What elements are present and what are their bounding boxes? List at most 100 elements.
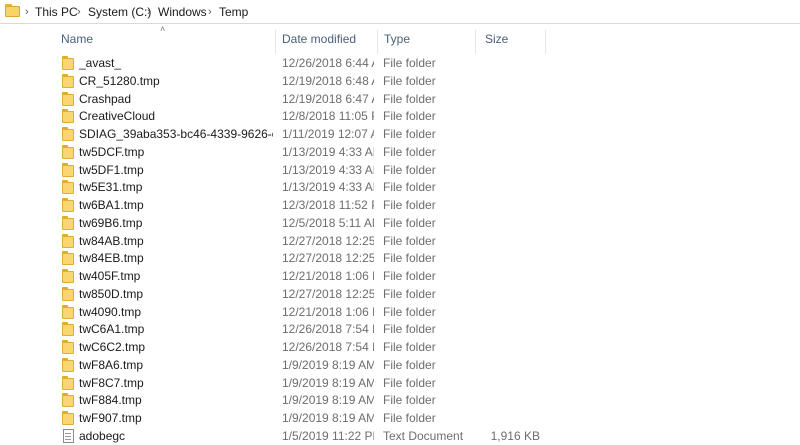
file-type: File folder xyxy=(383,73,436,88)
file-name: CreativeCloud xyxy=(79,109,156,124)
file-name: tw5DCF.tmp xyxy=(79,144,145,159)
folder-icon xyxy=(62,198,75,212)
column-type[interactable]: Type xyxy=(378,30,475,54)
file-row[interactable]: twC6A1.tmp 12/26/2018 7:54 PM File folder xyxy=(0,320,800,338)
file-name: twF907.tmp xyxy=(79,411,142,425)
file-type: File folder xyxy=(383,304,436,319)
folder-icon xyxy=(62,286,75,301)
file-date-modified: 12/27/2018 12:25 ... xyxy=(282,233,374,248)
file-row[interactable]: adobegc 1/5/2019 11:22 PM Text Document 1,9… xyxy=(0,427,800,445)
file-name: CR_51280.tmp xyxy=(79,73,160,88)
breadcrumb-system-c[interactable]: System (C:) xyxy=(88,5,151,19)
file-name: twF8C7.tmp xyxy=(79,375,144,390)
file-date-modified: 1/11/2019 12:07 AM xyxy=(282,127,374,141)
column-date-modified[interactable]: Date modified xyxy=(276,30,377,54)
file-row[interactable]: twF8A6.tmp 1/9/2019 8:19 AM File folder xyxy=(0,356,800,374)
file-type: File folder xyxy=(383,215,436,230)
file-date-modified: 12/27/2018 12:25 ... xyxy=(282,286,374,301)
file-row[interactable]: tw84EB.tmp 12/27/2018 12:25 ... File folde… xyxy=(0,249,800,267)
file-name: _avast_ xyxy=(79,56,122,70)
file-name: tw84AB.tmp xyxy=(79,233,144,248)
file-type: File folder xyxy=(383,91,436,106)
folder-icon xyxy=(62,411,75,425)
file-date-modified: 1/5/2019 11:22 PM xyxy=(282,428,374,443)
file-type: File folder xyxy=(383,162,436,177)
file-row[interactable]: tw850D.tmp 12/27/2018 12:25 ... File folde… xyxy=(0,285,800,303)
folder-icon xyxy=(62,215,75,230)
file-name: tw5DF1.tmp xyxy=(79,162,144,177)
folder-icon xyxy=(62,180,75,195)
file-row[interactable]: tw5E31.tmp 1/13/2019 4:33 AM File folder xyxy=(0,178,800,196)
file-date-modified: 1/9/2019 8:19 AM xyxy=(282,411,374,425)
column-divider[interactable] xyxy=(545,30,546,54)
file-date-modified: 12/19/2018 6:47 AM xyxy=(282,91,374,106)
breadcrumb-separator[interactable]: › xyxy=(147,5,151,19)
file-row[interactable]: SDIAG_39aba353-bc46-4339-9626-e53a67... 1… xyxy=(0,125,800,143)
file-row[interactable]: tw84AB.tmp 12/27/2018 12:25 ... File folde… xyxy=(0,232,800,250)
file-type: File folder xyxy=(383,144,436,159)
file-row[interactable]: _avast_ 12/26/2018 6:44 AM File folder xyxy=(0,54,800,72)
breadcrumb-temp[interactable]: Temp xyxy=(219,5,248,19)
file-size: 1,916 KB xyxy=(490,428,540,443)
file-type: File folder xyxy=(383,411,436,425)
folder-icon xyxy=(62,144,75,159)
breadcrumb-separator[interactable]: › xyxy=(77,5,81,19)
file-row[interactable]: tw4090.tmp 12/21/2018 1:06 PM File folder xyxy=(0,303,800,321)
file-row[interactable]: tw5DF1.tmp 1/13/2019 4:33 AM File folder xyxy=(0,161,800,179)
file-date-modified: 1/13/2019 4:33 AM xyxy=(282,180,374,195)
file-date-modified: 1/13/2019 4:33 AM xyxy=(282,162,374,177)
file-date-modified: 1/9/2019 8:19 AM xyxy=(282,375,374,390)
file-date-modified: 1/13/2019 4:33 AM xyxy=(282,144,374,159)
column-name[interactable]: Name xyxy=(55,30,275,54)
column-header: ˄ Name Date modified Type Size xyxy=(0,24,800,54)
breadcrumb-this-pc[interactable]: This PC xyxy=(35,5,78,19)
file-row[interactable]: tw69B6.tmp 12/5/2018 5:11 AM File folder xyxy=(0,214,800,232)
file-type: File folder xyxy=(383,56,436,70)
file-type: File folder xyxy=(383,109,436,124)
breadcrumb-windows[interactable]: Windows xyxy=(158,5,207,19)
file-row[interactable]: twF884.tmp 1/9/2019 8:19 AM File folder xyxy=(0,391,800,409)
folder-icon xyxy=(62,269,75,283)
file-date-modified: 12/3/2018 11:52 PM xyxy=(282,198,374,212)
file-name: tw5E31.tmp xyxy=(79,180,143,195)
file-name: Crashpad xyxy=(79,91,132,106)
file-date-modified: 1/9/2019 8:19 AM xyxy=(282,393,374,408)
folder-icon xyxy=(62,233,75,248)
file-date-modified: 12/26/2018 7:54 PM xyxy=(282,322,374,337)
file-type: File folder xyxy=(383,198,436,212)
breadcrumb-separator[interactable]: › xyxy=(25,5,29,19)
folder-icon xyxy=(62,73,75,88)
file-name: tw6BA1.tmp xyxy=(79,198,144,212)
file-row[interactable]: tw6BA1.tmp 12/3/2018 11:52 PM File folder xyxy=(0,196,800,214)
file-name: tw405F.tmp xyxy=(79,269,141,283)
file-row[interactable]: twF8C7.tmp 1/9/2019 8:19 AM File folder xyxy=(0,374,800,392)
address-bar[interactable]: › This PC › System (C:) › Windows › Temp xyxy=(0,0,800,24)
file-name: twC6C2.tmp xyxy=(79,340,146,354)
file-name: tw69B6.tmp xyxy=(79,215,143,230)
file-date-modified: 12/21/2018 1:06 PM xyxy=(282,304,374,319)
column-size[interactable]: Size xyxy=(479,30,545,54)
folder-icon xyxy=(62,127,75,141)
file-row[interactable]: CR_51280.tmp 12/19/2018 6:48 AM File folde… xyxy=(0,72,800,90)
folder-icon xyxy=(5,4,20,17)
file-row[interactable]: twF907.tmp 1/9/2019 8:19 AM File folder xyxy=(0,409,800,427)
file-row[interactable]: tw405F.tmp 12/21/2018 1:06 PM File folder xyxy=(0,267,800,285)
file-date-modified: 12/5/2018 5:11 AM xyxy=(282,215,374,230)
file-row[interactable]: CreativeCloud 12/8/2018 11:05 PM File fold… xyxy=(0,107,800,125)
file-row[interactable]: tw5DCF.tmp 1/13/2019 4:33 AM File folder xyxy=(0,143,800,161)
folder-icon xyxy=(62,340,75,354)
file-name: tw4090.tmp xyxy=(79,304,142,319)
file-name: adobegc xyxy=(79,428,126,443)
file-name: tw850D.tmp xyxy=(79,286,144,301)
file-row[interactable]: Crashpad 12/19/2018 6:47 AM File folder xyxy=(0,90,800,108)
file-row[interactable]: twC6C2.tmp 12/26/2018 7:54 PM File folder xyxy=(0,338,800,356)
column-divider[interactable] xyxy=(475,30,476,54)
folder-icon xyxy=(62,375,75,390)
file-type: File folder xyxy=(383,357,436,372)
file-type: Text Document xyxy=(383,428,464,443)
breadcrumb-separator[interactable]: › xyxy=(208,5,212,19)
folder-icon xyxy=(62,109,75,124)
folder-icon xyxy=(62,322,75,337)
folder-icon xyxy=(62,162,75,177)
file-name: SDIAG_39aba353-bc46-4339-9626-e53a67... xyxy=(79,127,273,141)
